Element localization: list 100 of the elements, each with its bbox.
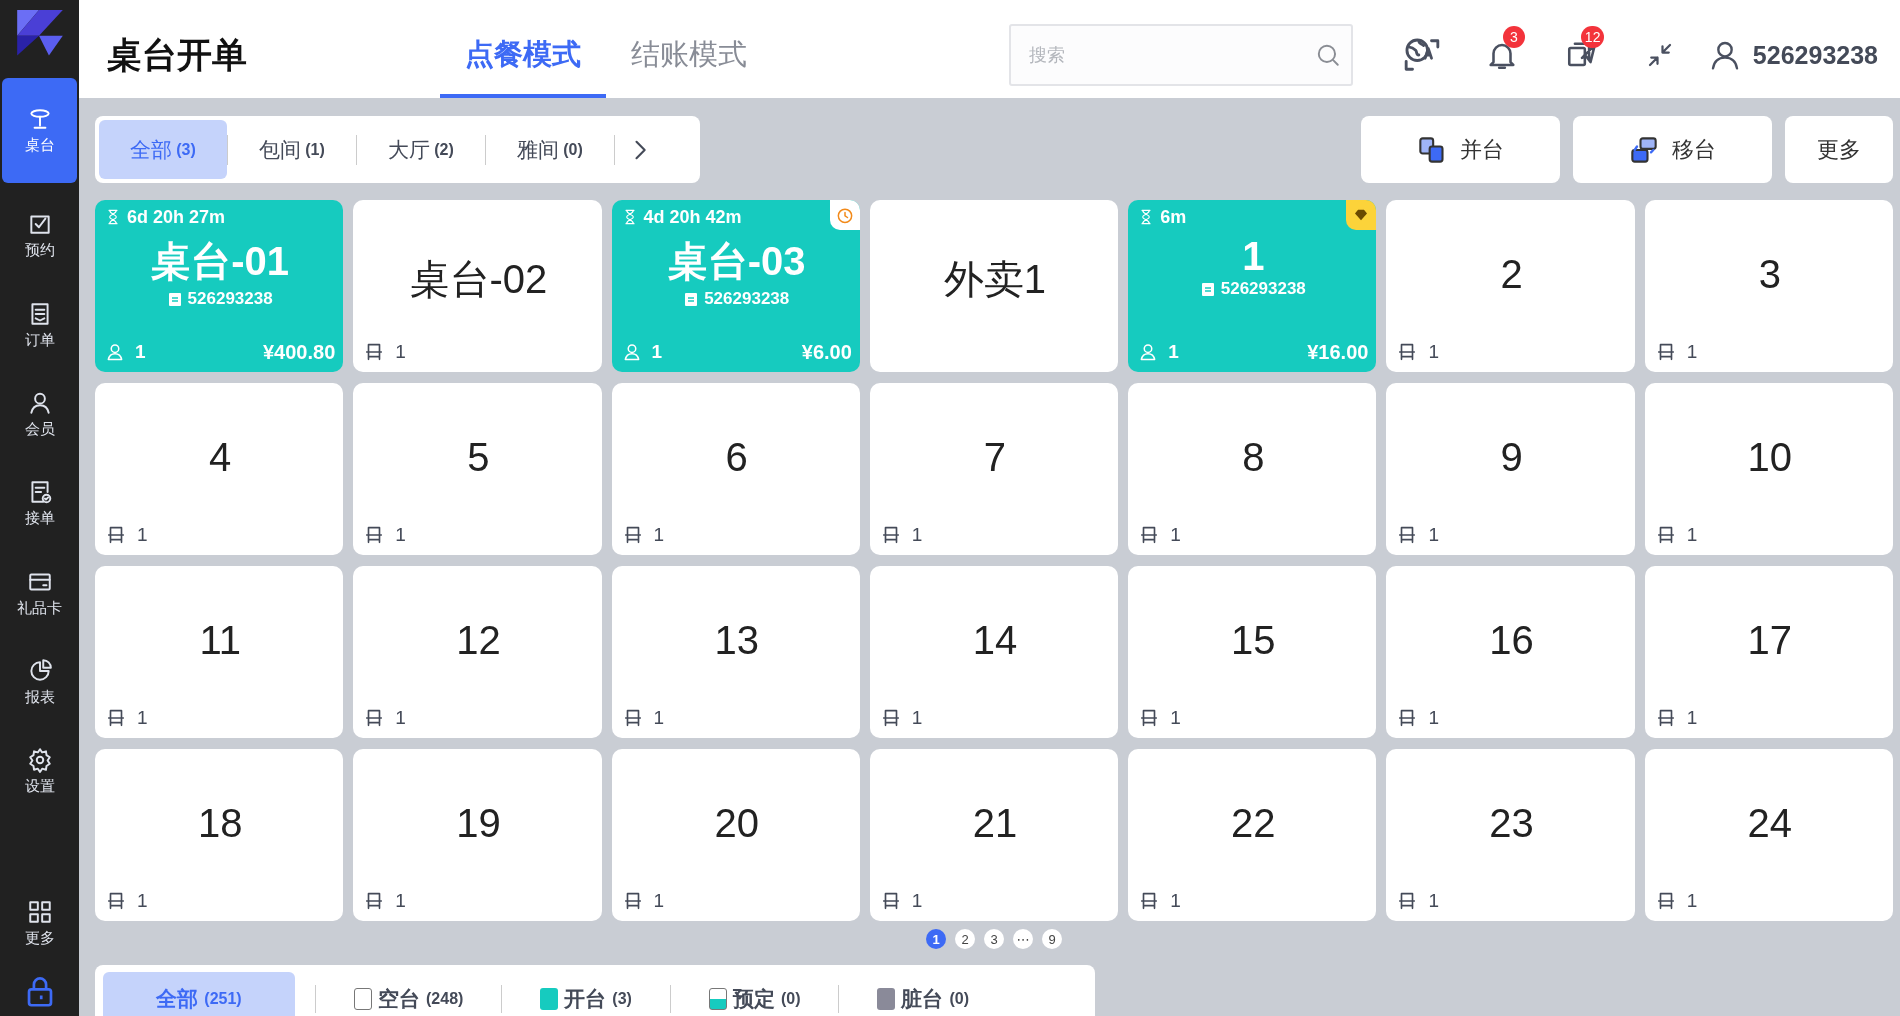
sidebar-item[interactable]: 更多 bbox=[2, 886, 77, 960]
dirty-swatch bbox=[877, 987, 896, 1010]
seat-count: 1 bbox=[105, 707, 148, 729]
hourglass-icon bbox=[105, 208, 121, 226]
seat-count: 1 bbox=[363, 524, 406, 546]
reserved-swatch bbox=[708, 987, 727, 1010]
table-card[interactable]: 外卖1 bbox=[869, 200, 1119, 372]
table-card[interactable]: 7 1 bbox=[869, 383, 1119, 555]
table-card[interactable]: 15 1 bbox=[1128, 566, 1377, 738]
table-card[interactable]: 5 1 bbox=[353, 383, 602, 555]
status-filter[interactable]: 开台 (3) bbox=[522, 972, 650, 1016]
guest-count: 1 bbox=[1138, 341, 1179, 363]
seat-count: 1 bbox=[621, 707, 665, 729]
table-name: 15 bbox=[1231, 618, 1276, 663]
table-name: 11 bbox=[199, 618, 241, 663]
seat-count: 1 bbox=[621, 890, 665, 912]
table-card[interactable]: 21 1 bbox=[869, 749, 1119, 921]
table-card[interactable]: 9 1 bbox=[1386, 383, 1635, 555]
clipboard-icon bbox=[684, 291, 699, 307]
chair-icon bbox=[105, 890, 127, 912]
table-card[interactable]: 3 1 bbox=[1644, 200, 1893, 372]
table-name: 5 bbox=[467, 435, 490, 480]
table-name: 桌台-02 bbox=[409, 256, 548, 303]
sidebar-item[interactable]: 桌台 bbox=[2, 77, 77, 183]
seat-count: 1 bbox=[1396, 341, 1439, 363]
table-card[interactable]: 23 1 bbox=[1386, 749, 1635, 921]
sidebar-item[interactable]: 报表 bbox=[2, 646, 77, 719]
sidebar-item[interactable]: 设置 bbox=[2, 735, 77, 808]
table-card[interactable]: 10 1 bbox=[1644, 383, 1893, 555]
table-card[interactable]: 22 1 bbox=[1128, 749, 1377, 921]
table-card[interactable]: 17 1 bbox=[1644, 566, 1893, 738]
page-button[interactable]: 3 bbox=[984, 929, 1004, 949]
mode-tab[interactable]: 点餐模式 bbox=[440, 12, 606, 98]
seat-count: 1 bbox=[363, 707, 406, 729]
sidebar-item[interactable]: 订单 bbox=[2, 288, 77, 362]
area-tab[interactable]: 大厅 (2) bbox=[357, 120, 485, 179]
table-name: 1 bbox=[1242, 234, 1265, 279]
seat-count: 1 bbox=[363, 341, 406, 363]
table-card[interactable]: 6 1 bbox=[611, 383, 860, 555]
action-button[interactable]: 更多 bbox=[1785, 116, 1893, 183]
table-name: 6 bbox=[725, 435, 748, 480]
table-card[interactable]: 2 1 bbox=[1386, 200, 1635, 372]
table-card[interactable]: 14 1 bbox=[869, 566, 1119, 738]
clipboard-icon bbox=[167, 291, 182, 307]
page-button[interactable]: 1 bbox=[926, 929, 946, 949]
status-filter[interactable]: 空台 (248) bbox=[336, 972, 482, 1016]
member-id: 526293238 bbox=[684, 289, 790, 309]
action-button[interactable]: 移台 bbox=[1573, 116, 1772, 183]
notification-badge: 3 bbox=[1502, 26, 1525, 48]
table-name: 2 bbox=[1500, 252, 1523, 297]
table-card[interactable]: 16 1 bbox=[1386, 566, 1635, 738]
sidebar-item[interactable]: 礼品卡 bbox=[2, 556, 77, 630]
table-card[interactable]: 4 1 bbox=[95, 383, 344, 555]
table-card[interactable]: 8 1 bbox=[1128, 383, 1377, 555]
page-button[interactable]: 9 bbox=[1042, 929, 1062, 949]
open-swatch bbox=[540, 987, 559, 1010]
page-button[interactable]: 2 bbox=[955, 929, 975, 949]
chair-icon bbox=[105, 707, 127, 729]
sidebar-item[interactable]: 会员 bbox=[2, 378, 77, 451]
seat-count: 1 bbox=[1138, 890, 1181, 912]
table-card[interactable]: 20 1 bbox=[611, 749, 860, 921]
timer: 6d 20h 27m bbox=[105, 206, 226, 228]
table-name: 14 bbox=[972, 618, 1018, 663]
chair-icon bbox=[105, 524, 127, 546]
search-field[interactable]: 搜索 bbox=[1008, 24, 1353, 86]
table-card[interactable]: 24 1 bbox=[1644, 749, 1893, 921]
status-filter[interactable]: 预定 (0) bbox=[690, 972, 819, 1016]
table-card[interactable]: 19 1 bbox=[353, 749, 602, 921]
table-card[interactable]: 11 1 bbox=[95, 566, 344, 738]
seat-count: 1 bbox=[1396, 524, 1439, 546]
seat-count: 1 bbox=[105, 890, 148, 912]
seat-count: 1 bbox=[363, 890, 406, 912]
user-name: 526293238 bbox=[1752, 40, 1878, 70]
swap-icon bbox=[1629, 135, 1658, 164]
member-id: 526293238 bbox=[167, 289, 273, 309]
seat-count: 1 bbox=[879, 890, 923, 912]
status-filter[interactable]: 脏台 (0) bbox=[859, 972, 988, 1016]
table-name: 10 bbox=[1747, 435, 1793, 480]
action-button[interactable]: 并台 bbox=[1361, 116, 1560, 183]
table-card[interactable]: 13 1 bbox=[611, 566, 860, 738]
area-tab[interactable]: 雅间 (0) bbox=[486, 120, 614, 179]
area-tab[interactable]: 包间 (1) bbox=[228, 120, 356, 179]
table-card[interactable]: 桌台-02 1 bbox=[353, 200, 602, 372]
page-button[interactable]: ⋯ bbox=[1013, 929, 1033, 949]
table-name: 外卖1 bbox=[943, 256, 1047, 303]
table-name: 24 bbox=[1747, 801, 1793, 846]
seat-count: 1 bbox=[1138, 707, 1181, 729]
sidebar-item[interactable]: 接单 bbox=[2, 467, 77, 540]
guest-count: 1 bbox=[105, 341, 146, 363]
seat-count: 1 bbox=[621, 524, 665, 546]
sidebar-item[interactable]: 预约 bbox=[2, 199, 77, 272]
order-amount: ¥6.00 bbox=[801, 340, 852, 364]
seat-count: 1 bbox=[1654, 341, 1698, 363]
table-card[interactable]: 12 1 bbox=[353, 566, 602, 738]
free-swatch bbox=[354, 987, 372, 1010]
table-card[interactable]: 18 1 bbox=[95, 749, 344, 921]
member-id: 526293238 bbox=[1200, 279, 1306, 299]
person-icon bbox=[105, 342, 125, 362]
seat-count: 1 bbox=[879, 707, 923, 729]
table-name: 17 bbox=[1747, 618, 1793, 663]
